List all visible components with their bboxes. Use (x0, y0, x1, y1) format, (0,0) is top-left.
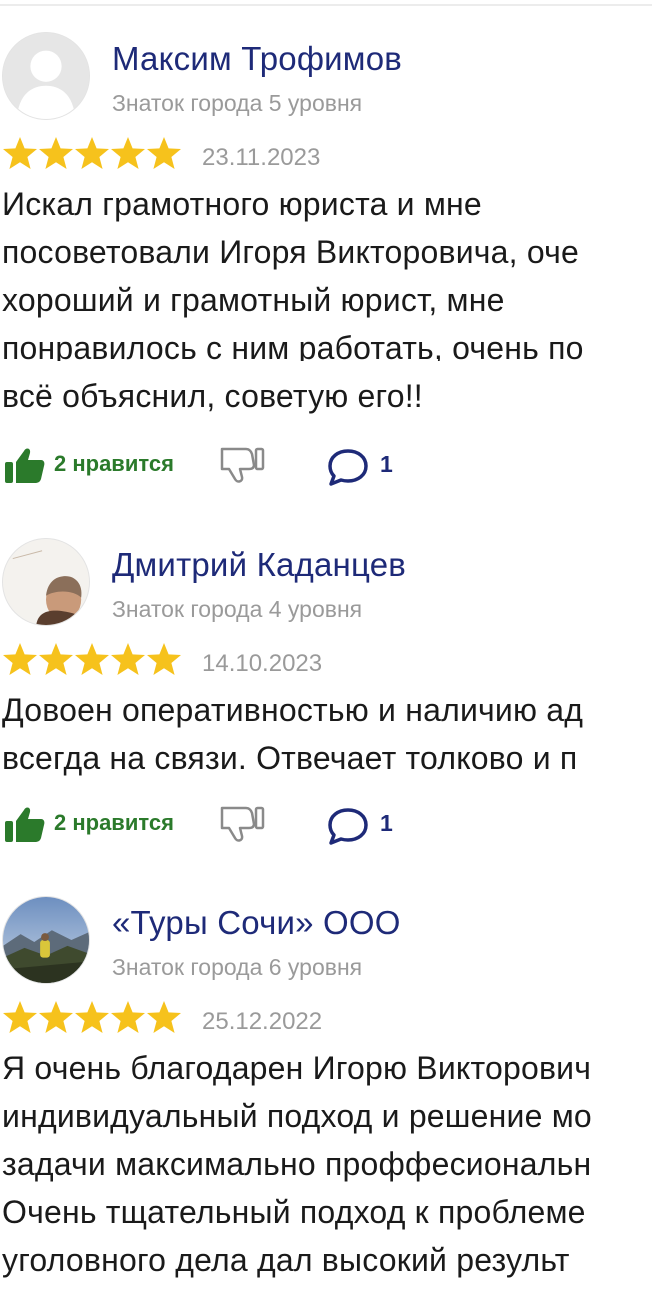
star-icon (2, 1000, 38, 1034)
rating-stars (2, 136, 182, 170)
review-text-line: посоветовали Игоря Викторовича, оче (2, 234, 579, 270)
author-level: Знаток города 4 уровня (112, 596, 363, 622)
review-text-line: индивидуальный подход и решение мо (2, 1098, 592, 1134)
avatar[interactable] (2, 538, 90, 626)
default-user-avatar-icon (3, 33, 89, 119)
avatar[interactable] (2, 896, 90, 984)
review-text-line: Я очень благодарен Игорю Викторович (2, 1050, 592, 1086)
like-count-label[interactable]: 2 нравится (54, 810, 174, 836)
review-text-line: понравилось с ним работать, очень по (2, 330, 584, 361)
review-date: 14.10.2023 (202, 650, 323, 677)
author-name[interactable]: Максим Трофимов (112, 40, 402, 78)
review-text-line: хороший и грамотный юрист, мне (2, 282, 505, 318)
star-icon (74, 1000, 110, 1034)
photo-avatar-mountains-icon (3, 897, 89, 983)
comment-count[interactable]: 1 (380, 451, 393, 478)
author-name[interactable]: Дмитрий Каданцев (112, 546, 406, 584)
rating-stars (2, 1000, 182, 1034)
star-icon (2, 136, 38, 170)
avatar[interactable] (2, 32, 90, 120)
review-date: 23.11.2023 (202, 144, 321, 171)
star-icon (146, 1000, 182, 1034)
review-text-line: задачи максимально проффесиональн (2, 1146, 592, 1182)
star-icon (110, 642, 146, 676)
comment-count[interactable]: 1 (380, 810, 393, 837)
star-icon (74, 136, 110, 170)
author-name[interactable]: «Туры Сочи» ООО (112, 904, 401, 942)
comment-icon[interactable] (326, 447, 370, 487)
thumbs-down-icon[interactable] (218, 804, 268, 844)
star-icon (146, 136, 182, 170)
author-level: Знаток города 5 уровня (112, 90, 363, 116)
review-date: 25.12.2022 (202, 1008, 323, 1035)
comment-icon[interactable] (326, 806, 370, 846)
photo-avatar-man-icon (3, 539, 89, 625)
rating-stars (2, 642, 182, 676)
star-icon (146, 642, 182, 676)
star-icon (2, 642, 38, 676)
review-card: Дмитрий Каданцев Знаток города 4 уровня … (0, 512, 652, 802)
thumbs-up-icon[interactable] (4, 804, 46, 844)
star-icon (74, 642, 110, 676)
review-text-line: всё объяснил, советую его!! (2, 378, 423, 414)
review-text-line: всегда на связи. Отвечает толково и п (2, 740, 578, 776)
review-card: «Туры Сочи» ООО Знаток города 6 уровня 2… (0, 870, 652, 1297)
author-level: Знаток города 6 уровня (112, 954, 363, 980)
review-card: Максим Трофимов Знаток города 5 уровня 2… (0, 6, 652, 361)
thumbs-up-icon[interactable] (4, 445, 46, 485)
star-icon (110, 1000, 146, 1034)
star-icon (110, 136, 146, 170)
review-text-line: Очень тщательный подход к проблеме (2, 1194, 586, 1230)
review-text-line: уголовного дела дал высокий результ (2, 1242, 570, 1278)
review-actions: 2 нравится 1 (0, 443, 652, 487)
star-icon (38, 136, 74, 170)
star-icon (38, 1000, 74, 1034)
review-actions: 2 нравится 1 (0, 802, 652, 846)
review-text-line: Искал грамотного юриста и мне (2, 186, 482, 222)
review-text-line: Довоен оперативностью и наличию ад (2, 692, 584, 728)
like-count-label[interactable]: 2 нравится (54, 451, 174, 477)
thumbs-down-icon[interactable] (218, 445, 268, 485)
star-icon (38, 642, 74, 676)
